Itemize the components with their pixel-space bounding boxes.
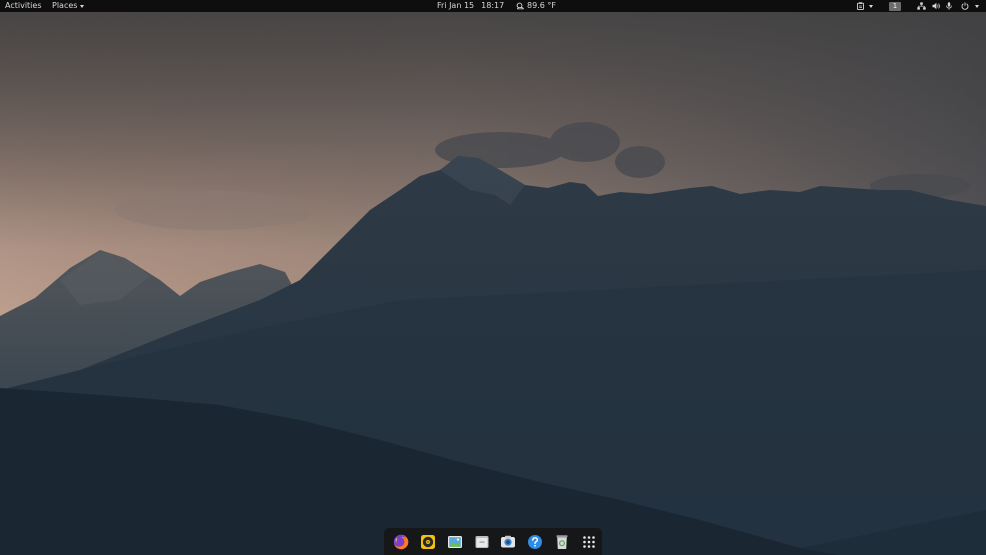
chevron-down-icon <box>975 5 979 8</box>
workspace-number: 1 <box>889 1 901 11</box>
trash-icon <box>556 534 568 549</box>
dock-item-firefox[interactable] <box>388 528 415 555</box>
show-applications-button[interactable] <box>575 528 602 555</box>
clipboard-indicator[interactable] <box>857 0 873 12</box>
workspace-indicator[interactable]: 1 <box>889 0 901 12</box>
places-menu[interactable]: Places <box>52 0 85 12</box>
weather-temperature: 89.6 °F <box>527 1 556 10</box>
chevron-down-icon <box>869 5 873 8</box>
dock-item-rhythmbox[interactable] <box>415 528 442 555</box>
power-icon <box>961 2 969 10</box>
volume-indicator[interactable] <box>932 0 941 12</box>
dock-item-files[interactable] <box>468 528 495 555</box>
desktop[interactable]: Activities Places Fri Jan 15 18:17 89.6 … <box>0 0 986 555</box>
clock-button[interactable]: Fri Jan 15 18:17 <box>437 0 504 12</box>
microphone-icon <box>946 2 952 10</box>
dock-item-trash[interactable] <box>549 528 576 555</box>
clock-date: Fri Jan 15 <box>437 1 475 10</box>
app-grid-icon <box>582 535 595 548</box>
microphone-indicator[interactable] <box>946 0 952 12</box>
clock-time: 18:17 <box>481 1 505 10</box>
places-label: Places <box>52 1 78 10</box>
activities-label: Activities <box>5 1 42 10</box>
weather-indicator[interactable]: 89.6 °F <box>516 0 556 12</box>
network-icon <box>917 2 926 10</box>
wallpaper <box>0 0 986 555</box>
dock-item-help[interactable] <box>522 528 549 555</box>
weather-icon <box>516 2 524 10</box>
top-bar: Activities Places Fri Jan 15 18:17 89.6 … <box>0 0 986 12</box>
dock <box>384 528 602 555</box>
volume-icon <box>932 2 940 10</box>
network-indicator[interactable] <box>917 0 926 12</box>
dock-item-image-viewer[interactable] <box>442 528 469 555</box>
clipboard-icon <box>857 2 864 10</box>
chevron-down-icon <box>80 5 85 8</box>
activities-button[interactable]: Activities <box>5 0 42 12</box>
files-icon <box>475 535 489 548</box>
camera-icon <box>501 535 516 547</box>
firefox-icon <box>394 534 409 549</box>
help-icon <box>528 534 543 549</box>
image-viewer-icon <box>447 535 462 548</box>
power-menu[interactable] <box>961 0 979 12</box>
music-player-icon <box>421 534 436 549</box>
dock-item-screenshot[interactable] <box>495 528 522 555</box>
